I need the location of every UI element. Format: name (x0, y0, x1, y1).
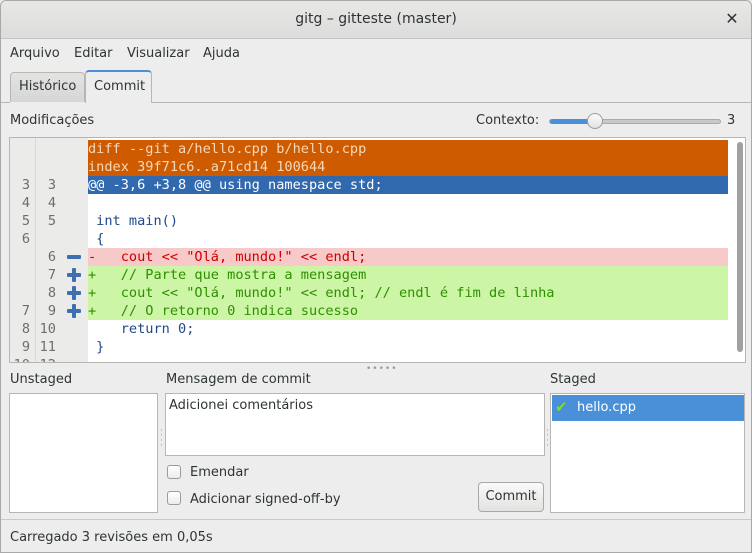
new-line-number: 11 (39, 339, 56, 355)
stage-line-plus-icon[interactable] (66, 268, 82, 282)
status-bar: Carregado 3 revisões em 0,05s (1, 519, 751, 552)
signoff-label[interactable]: Adicionar signed-off-by (190, 492, 341, 507)
diff-line-text: + // O retorno 0 indica sucesso (88, 302, 728, 320)
commit-message-label: Mensagem de commit (166, 372, 311, 387)
commit-message-input[interactable]: Adicionei comentários (165, 393, 545, 456)
diff-line[interactable]: 6 { (10, 230, 728, 248)
checkmark-icon: ✔ (555, 398, 568, 416)
new-line-number: 9 (47, 303, 56, 319)
diff-line-text: - cout << "Olá, mundo!" << endl; (88, 248, 728, 266)
unstaged-label: Unstaged (10, 372, 73, 387)
diff-line-text: @@ -3,6 +3,8 @@ using namespace std; (88, 176, 728, 194)
old-line-number: 3 (21, 177, 30, 193)
diff-line-text: index 39f71c6..a71cd14 100644 (88, 158, 728, 176)
diff-line-text: return 0; (88, 321, 195, 337)
signoff-checkbox[interactable] (167, 491, 181, 505)
context-slider-knob[interactable] (587, 113, 603, 129)
new-line-number: 4 (47, 195, 56, 211)
old-line-number: 8 (21, 321, 30, 337)
stage-line-plus-icon[interactable] (66, 304, 82, 318)
diff-line-text (88, 356, 728, 362)
menu-ajuda[interactable]: Ajuda (203, 46, 240, 61)
diff-line[interactable]: 10 12 (10, 356, 728, 362)
diff-line-text: int main() (88, 213, 179, 229)
new-line-number: 5 (47, 213, 56, 229)
tab-divider (152, 102, 751, 103)
staged-label: Staged (550, 372, 596, 387)
new-line-number: 8 (47, 285, 56, 301)
diff-line-text: } (88, 339, 105, 355)
pane-resize-handle[interactable]: ••••• (366, 364, 398, 374)
tab-bar: Histórico Commit (1, 67, 751, 103)
diff-line[interactable]: 6 - cout << "Olá, mundo!" << endl; (10, 248, 728, 266)
menu-bar: Arquivo Editar Visualizar Ajuda (1, 39, 751, 67)
menu-visualizar[interactable]: Visualizar (127, 46, 190, 61)
staged-file-row[interactable]: ✔ hello.cpp (552, 395, 744, 421)
menu-arquivo[interactable]: Arquivo (10, 46, 60, 61)
new-line-number: 6 (47, 249, 56, 265)
diff-line[interactable]: 7 9 + // O retorno 0 indica sucesso (10, 302, 728, 320)
tab-commit[interactable]: Commit (85, 70, 152, 103)
tab-historico[interactable]: Histórico (10, 72, 85, 102)
new-line-number: 12 (38, 356, 56, 362)
diff-line[interactable]: 8 + cout << "Olá, mundo!" << endl; // end… (10, 284, 728, 302)
diff-line[interactable]: 5 5 int main() (10, 212, 728, 230)
stage-line-plus-icon[interactable] (66, 286, 82, 300)
unstaged-list[interactable] (9, 393, 158, 513)
context-slider[interactable] (549, 113, 721, 129)
staged-list[interactable]: ✔ hello.cpp (550, 393, 745, 513)
title-bar[interactable]: gitg – gitteste (master) ✕ (1, 1, 751, 39)
window-title: gitg – gitteste (master) (295, 11, 457, 27)
commit-button[interactable]: Commit (478, 482, 544, 512)
unstage-line-minus-icon[interactable] (66, 250, 82, 264)
diff-view[interactable]: diff --git a/hello.cpp b/hello.cpp index … (9, 137, 746, 363)
old-line-number: 9 (21, 339, 30, 355)
old-line-number: 4 (21, 195, 30, 211)
diff-line[interactable]: 44 (10, 194, 728, 212)
gitg-window: gitg – gitteste (master) ✕ Arquivo Edita… (0, 0, 752, 553)
new-line-number: 7 (47, 267, 56, 283)
diff-line-text: { (88, 231, 105, 247)
diff-line[interactable]: diff --git a/hello.cpp b/hello.cpp (10, 140, 728, 158)
new-line-number: 10 (39, 321, 56, 337)
diff-line[interactable]: 7 + // Parte que mostra a mensagem (10, 266, 728, 284)
amend-checkbox[interactable] (167, 465, 181, 479)
diff-line-text (88, 194, 728, 212)
pane-resize-handle-left[interactable]: · · · · (160, 427, 164, 451)
diff-line[interactable]: 9 11 } (10, 338, 728, 356)
staged-file-name: hello.cpp (577, 400, 636, 415)
status-text: Carregado 3 revisões em 0,05s (10, 530, 213, 545)
old-line-number: 6 (21, 231, 30, 247)
diff-line-text: + cout << "Olá, mundo!" << endl; // endl… (88, 284, 728, 302)
changes-label: Modificações (10, 113, 95, 128)
context-value: 3 (727, 113, 736, 128)
diff-line-text: + // Parte que mostra a mensagem (88, 266, 728, 284)
new-line-number: 3 (47, 177, 56, 193)
amend-label[interactable]: Emendar (190, 465, 249, 480)
close-icon[interactable]: ✕ (725, 10, 739, 28)
old-line-number: 5 (21, 213, 30, 229)
diff-line[interactable]: index 39f71c6..a71cd14 100644 (10, 158, 728, 176)
diff-line[interactable]: 3 3 @@ -3,6 +3,8 @@ using namespace std; (10, 176, 728, 194)
tab-divider-left (1, 102, 10, 103)
diff-line[interactable]: 8 10 return 0; (10, 320, 728, 338)
diff-scrollbar[interactable] (737, 142, 743, 352)
context-label: Contexto: (476, 113, 540, 128)
diff-line-text: diff --git a/hello.cpp b/hello.cpp (88, 140, 728, 158)
old-line-number: 7 (21, 303, 30, 319)
old-line-number: 10 (10, 356, 30, 362)
menu-editar[interactable]: Editar (74, 46, 113, 61)
